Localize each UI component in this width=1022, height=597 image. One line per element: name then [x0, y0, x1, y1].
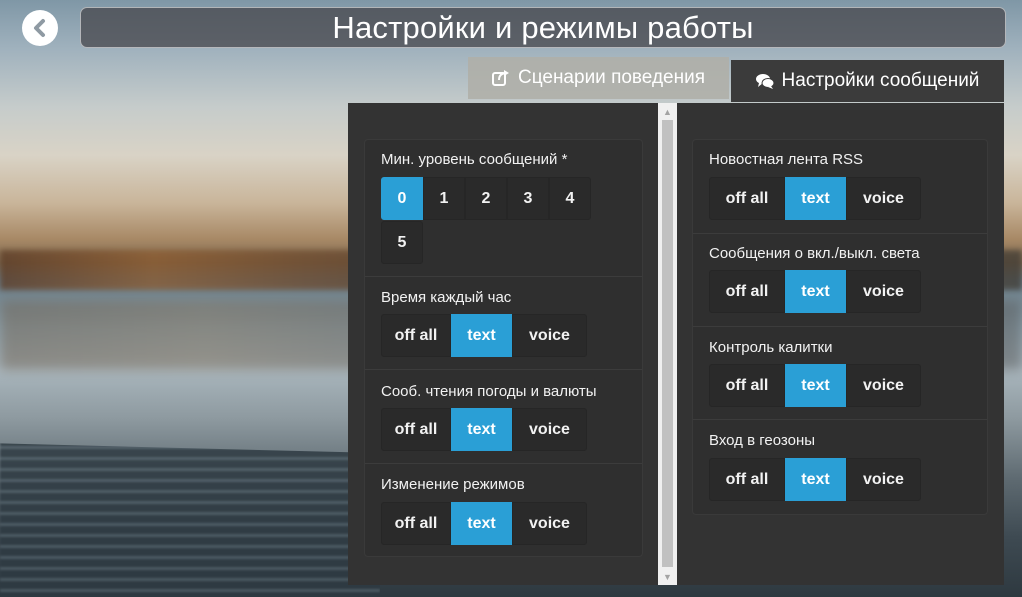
min-level-option[interactable]: 4 — [549, 177, 591, 220]
min-level-label: Мин. уровень сообщений * — [381, 151, 568, 168]
voice-button[interactable]: voice — [846, 270, 921, 313]
geofence-label: Вход в геозоны — [709, 432, 816, 449]
off-all-button[interactable]: off all — [709, 364, 785, 407]
scrollbar[interactable]: ▲ ▼ — [658, 103, 677, 585]
text-button[interactable]: text — [451, 502, 512, 545]
chevron-left-icon — [34, 19, 45, 37]
modes-label: Изменение режимов — [381, 476, 525, 493]
off-all-button[interactable]: off all — [381, 502, 451, 545]
light-toggle: off all text voice — [709, 270, 921, 313]
min-level-option[interactable]: 0 — [381, 177, 423, 220]
modes-toggle: off all text voice — [381, 502, 587, 545]
voice-button[interactable]: voice — [512, 314, 587, 357]
off-all-button[interactable]: off all — [709, 177, 785, 220]
scroll-down-arrow-icon[interactable]: ▼ — [658, 568, 677, 585]
background-dock — [0, 443, 380, 597]
divider — [693, 326, 987, 327]
min-level-option[interactable]: 1 — [423, 177, 465, 220]
tab-scenarios[interactable]: Сценарии поведения — [468, 57, 729, 99]
hourly-label: Время каждый час — [381, 289, 512, 306]
min-level-row-1: 0 1 2 3 4 — [381, 177, 591, 220]
text-button[interactable]: text — [785, 364, 846, 407]
divider — [365, 276, 642, 277]
voice-button[interactable]: voice — [512, 502, 587, 545]
text-button[interactable]: text — [785, 458, 846, 501]
voice-button[interactable]: voice — [846, 177, 921, 220]
divider — [693, 419, 987, 420]
divider — [365, 369, 642, 370]
scroll-up-arrow-icon[interactable]: ▲ — [658, 103, 677, 120]
weather-toggle: off all text voice — [381, 408, 587, 451]
comments-icon — [755, 72, 774, 90]
weather-label: Сооб. чтения погоды и валюты — [381, 383, 597, 400]
min-level-option[interactable]: 2 — [465, 177, 507, 220]
text-button[interactable]: text — [451, 408, 512, 451]
off-all-button[interactable]: off all — [381, 314, 451, 357]
page-title: Настройки и режимы работы — [332, 9, 754, 45]
gate-label: Контроль калитки — [709, 339, 833, 356]
back-button[interactable] — [22, 10, 58, 46]
off-all-button[interactable]: off all — [709, 270, 785, 313]
off-all-button[interactable]: off all — [709, 458, 785, 501]
min-level-option[interactable]: 3 — [507, 177, 549, 220]
divider — [365, 463, 642, 464]
scroll-thumb[interactable] — [662, 120, 673, 567]
tab-messages-label: Настройки сообщений — [781, 70, 980, 91]
text-button[interactable]: text — [785, 270, 846, 313]
geofence-toggle: off all text voice — [709, 458, 921, 501]
text-button[interactable]: text — [451, 314, 512, 357]
tab-scenarios-label: Сценарии поведения — [517, 67, 706, 88]
light-label: Сообщения о вкл./выкл. света — [709, 245, 920, 262]
divider — [693, 233, 987, 234]
voice-button[interactable]: voice — [846, 458, 921, 501]
gate-toggle: off all text voice — [709, 364, 921, 407]
rss-toggle: off all text voice — [709, 177, 921, 220]
voice-button[interactable]: voice — [846, 364, 921, 407]
voice-button[interactable]: voice — [512, 408, 587, 451]
min-level-row-2: 5 — [381, 221, 423, 264]
share-square-icon — [491, 69, 510, 87]
text-button[interactable]: text — [785, 177, 846, 220]
title-bar: Настройки и режимы работы — [80, 7, 1006, 48]
rss-label: Новостная лента RSS — [709, 151, 864, 168]
min-level-option[interactable]: 5 — [381, 221, 423, 264]
off-all-button[interactable]: off all — [381, 408, 451, 451]
tab-messages[interactable]: Настройки сообщений — [731, 60, 1004, 102]
hourly-toggle: off all text voice — [381, 314, 587, 357]
